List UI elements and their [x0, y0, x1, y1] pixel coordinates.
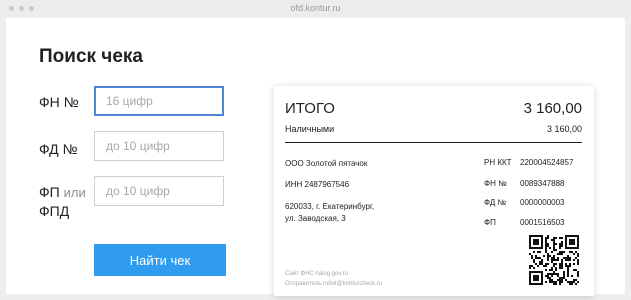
browser-titlebar: ofd.kontur.ru — [0, 0, 631, 18]
page-content: Поиск чека ФН № ФД № ФП или ФПД Найти че… — [6, 18, 625, 296]
fn-input[interactable] — [94, 86, 224, 116]
receipt-detail-value: 0000000003 — [520, 198, 565, 207]
receipt-detail-value: 220004524857 — [520, 158, 574, 167]
receipt-detail-value: 0089347888 — [520, 179, 565, 188]
fd-label: ФД № — [39, 141, 78, 157]
receipt-address-line1: 620033, г. Екатеринбург, — [285, 202, 375, 211]
fp-or-text: или — [63, 185, 86, 200]
receipt-divider — [285, 142, 582, 143]
receipt-detail-label: РН ККТ — [484, 158, 512, 167]
receipt-detail-value: 0001516503 — [520, 218, 565, 227]
receipt-total-label: ИТОГО — [285, 100, 335, 117]
receipt-detail-label: ФД № — [484, 198, 507, 207]
find-receipt-button[interactable]: Найти чек — [94, 244, 226, 276]
fp-input[interactable] — [94, 176, 224, 206]
receipt-detail-label: ФН № — [484, 179, 507, 188]
receipt-cash-label: Наличными — [285, 124, 335, 134]
fd-input[interactable] — [94, 131, 224, 161]
address-bar-url[interactable]: ofd.kontur.ru — [0, 3, 631, 13]
receipt-total-value: 3 160,00 — [523, 100, 582, 117]
qr-code-icon — [529, 235, 579, 285]
fp-label-text: ФП — [39, 184, 60, 200]
receipt-footer-sender: Отправитель robot@konturcheck.ru — [285, 281, 383, 287]
fpd-label-text: ФПД — [39, 203, 70, 219]
receipt-address-line2: ул. Заводская, 3 — [285, 214, 346, 223]
receipt-inn: ИНН 2487967546 — [285, 180, 350, 189]
fn-label: ФН № — [39, 94, 79, 110]
receipt-address: 620033, г. Екатеринбург, ул. Заводская, … — [285, 201, 374, 225]
page-title: Поиск чека — [39, 46, 143, 67]
receipt-cash-value: 3 160,00 — [546, 124, 582, 134]
receipt-preview: ИТОГО 3 160,00 Наличными 3 160,00 ООО Зо… — [274, 86, 594, 296]
receipt-org-name: ООО Золотой пятачок — [285, 159, 368, 168]
receipt-footer-site: Сайт ФНС nalog.gov.ru — [285, 271, 348, 277]
fp-label: ФП или ФПД — [39, 183, 86, 220]
receipt-detail-label: ФП — [484, 218, 496, 227]
